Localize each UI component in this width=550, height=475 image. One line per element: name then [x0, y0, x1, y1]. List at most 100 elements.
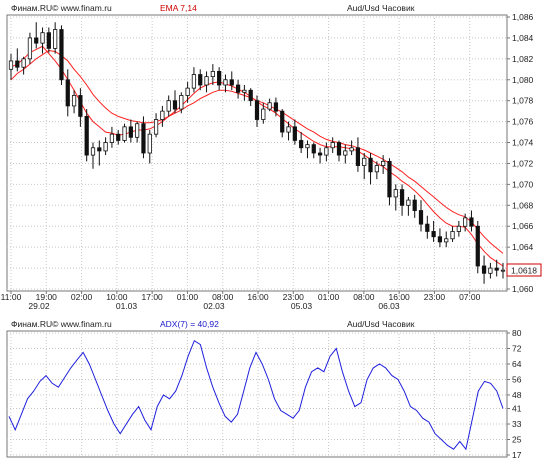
adx-tick-label: 72: [512, 343, 522, 353]
candle-body-up: [330, 142, 335, 149]
candle-body-up: [450, 231, 455, 240]
adx-tick-label: 48: [512, 390, 522, 400]
candle-body-down: [235, 84, 241, 93]
candle-body-up: [500, 269, 506, 272]
time-tick-label: 01:00: [177, 292, 199, 302]
candle: [59, 25, 64, 85]
adx-source-label: Финам.RU© www.finam.ru: [11, 319, 112, 329]
candle-body-up: [204, 76, 209, 86]
price-tick-label: 1,072: [512, 158, 534, 168]
candle-body-down: [254, 100, 260, 120]
time-tick-label: 02:00: [71, 292, 93, 302]
candle-body-up: [349, 147, 354, 152]
candle-body-down: [229, 79, 234, 86]
chart-svg: 1,086 1,084 1,082 1,080 1,078 1,076 1,074 1,072…: [1, 3, 542, 460]
candle-body-up: [21, 58, 26, 68]
time-tick-label: 08:00: [353, 292, 375, 302]
adx-axis: 80 72 64 56 48 41 33 25 17: [507, 328, 522, 460]
adx-tick-label: 41: [512, 404, 522, 414]
candle: [475, 221, 480, 274]
adx-tick-label: 64: [512, 359, 522, 369]
candle-body-up: [109, 133, 115, 143]
price-source-label: Финам.RU© www.finam.ru: [11, 3, 112, 13]
candle-body-down: [481, 265, 487, 274]
candle-body-up: [261, 108, 266, 120]
candle-body-down: [84, 115, 89, 156]
adx-tick-label: 25: [512, 435, 522, 445]
candle-body-down: [437, 236, 443, 243]
candle-body-down: [97, 147, 102, 152]
time-tick-label: 11:00: [1, 292, 22, 302]
time-tick-label: 01:00: [318, 292, 340, 302]
candle-body-up: [362, 157, 367, 166]
candle-body-up: [179, 95, 184, 110]
time-tick-label: 16:00: [247, 292, 269, 302]
price-tick-label: 1,068: [512, 200, 534, 210]
candle-body-down: [355, 147, 361, 166]
date-label: 05.03: [291, 301, 313, 311]
price-axis: 1,086 1,084 1,082 1,080 1,078 1,076 1,074 1,072…: [507, 12, 534, 294]
time-tick-label: 23:00: [424, 292, 446, 302]
candle: [122, 123, 127, 143]
candle-body-down: [425, 223, 430, 232]
candle-body-up: [381, 160, 386, 166]
candle-body-up: [103, 142, 108, 152]
date-label: 29.02: [28, 301, 50, 311]
candle-body-down: [368, 157, 373, 173]
ema-indicator-label: EMA 7,14: [160, 3, 197, 13]
candle-body-down: [418, 210, 424, 225]
candle-body-down: [280, 110, 285, 133]
candle-body-down: [273, 102, 279, 112]
adx-instrument-label: Aud/Usd Часовик: [347, 319, 415, 329]
candle-body-up: [160, 110, 165, 120]
candle-body-down: [116, 133, 121, 141]
candle-body-up: [393, 189, 398, 198]
candle-body-down: [494, 267, 499, 271]
candle-body-down: [292, 126, 297, 141]
time-tick-label: 07:00: [459, 292, 481, 302]
candle-body-up: [153, 119, 159, 135]
candle-body-up: [71, 95, 77, 107]
last-price-value: 1,0618: [511, 266, 537, 276]
candle-body-up: [343, 150, 348, 156]
candle-body-up: [488, 267, 493, 274]
price-tick-label: 1,082: [512, 54, 534, 64]
candle-body-up: [191, 74, 197, 89]
candle-body-up: [242, 89, 247, 93]
candle-body-up: [374, 165, 379, 173]
candle-body-up: [90, 147, 96, 156]
price-instrument-label: Aud/Usd Часовик: [347, 3, 415, 13]
candle-body-up: [406, 199, 411, 206]
adx-tick-label: 17: [512, 450, 522, 460]
candle-body-up: [8, 60, 14, 70]
candle-body-up: [210, 71, 215, 78]
adx-tick-label: 80: [512, 328, 522, 338]
price-tick-label: 1,080: [512, 75, 534, 85]
candle-body-down: [15, 60, 20, 68]
candle-body-down: [141, 123, 146, 154]
candle-body-down: [387, 160, 392, 198]
candle-body-up: [147, 133, 152, 154]
candle-body-up: [40, 32, 45, 44]
price-tick-label: 1,074: [512, 138, 534, 148]
candle: [84, 109, 89, 162]
candle-body-down: [311, 144, 316, 154]
adx-tick-label: 33: [512, 419, 522, 429]
candle-body-down: [65, 79, 70, 107]
price-tick-label: 1,084: [512, 33, 534, 43]
date-label: 02.03: [203, 301, 225, 311]
price-tick-label: 1,070: [512, 179, 534, 189]
candle-body-down: [59, 29, 64, 81]
chart-root: 1,086 1,084 1,082 1,080 1,078 1,076 1,074 1,072…: [0, 0, 550, 470]
candle-body-down: [412, 199, 417, 211]
candle-body-up: [444, 238, 449, 243]
candle-body-down: [336, 142, 342, 156]
candle-body-down: [78, 95, 83, 117]
candle-body-up: [463, 217, 468, 227]
candle-body-up: [456, 225, 461, 232]
price-tick-label: 1,086: [512, 12, 534, 22]
time-axis: 11:00 19:00 02:00 10:00 17:00 01:00 08:00 16:00…: [1, 291, 481, 302]
price-tick-label: 1,066: [512, 221, 534, 231]
candle-body-down: [128, 126, 133, 138]
candle-body-down: [172, 100, 178, 110]
